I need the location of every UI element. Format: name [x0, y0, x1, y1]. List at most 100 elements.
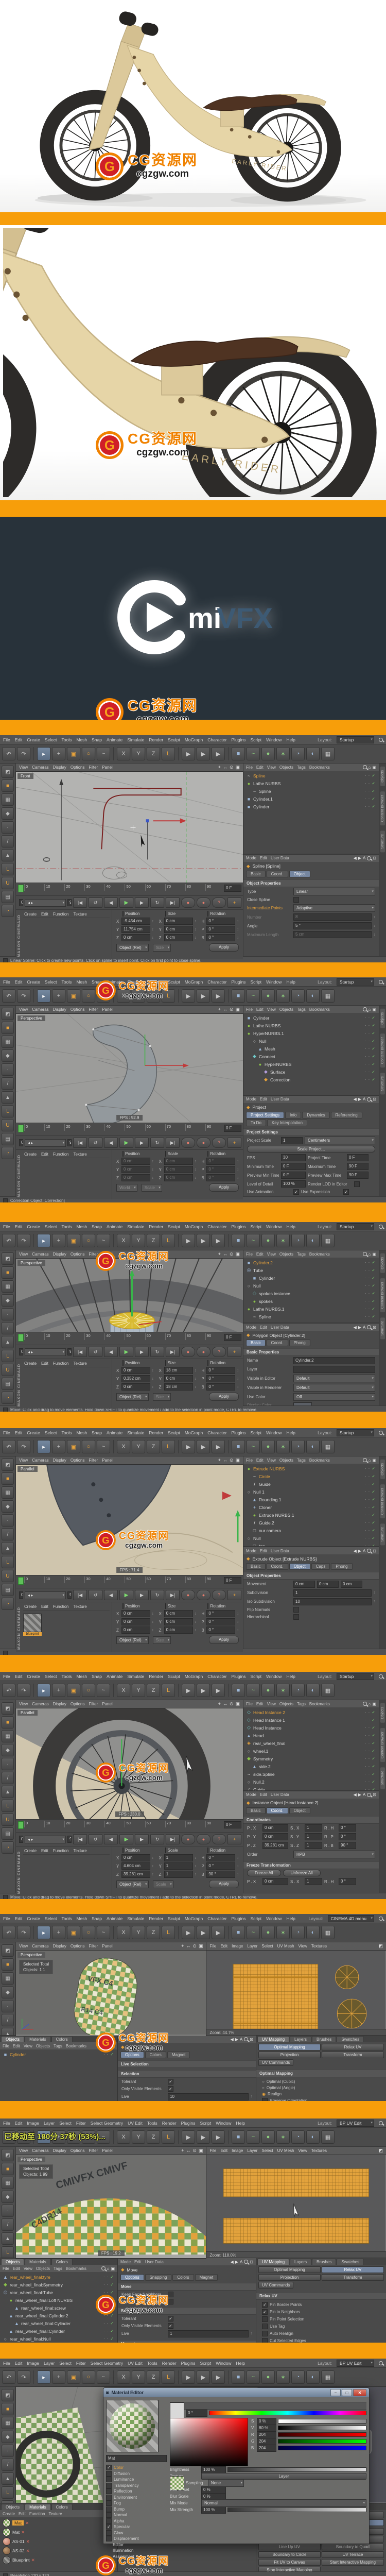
coord-field-size-y[interactable]: 0 cm [164, 1618, 193, 1625]
menu-simulate[interactable]: Simulate [127, 1430, 144, 1435]
attr-field[interactable]: 0 cm [262, 1824, 288, 1832]
stepper-icon[interactable]: ↕ [152, 1168, 154, 1172]
render-view-icon[interactable]: ▶ [182, 747, 195, 760]
live-selection-icon[interactable]: ▸ [37, 747, 50, 760]
menu-character[interactable]: Character [207, 1224, 226, 1229]
goto-start-button[interactable]: |◀ [73, 1834, 87, 1844]
points-mode-icon[interactable]: · [2, 2205, 14, 2217]
menu-image[interactable]: Image [27, 2361, 39, 2366]
om-panel-icon[interactable]: ▣ [372, 1702, 376, 1706]
attr-a-icon[interactable]: A [240, 2037, 242, 2042]
object-row[interactable]: ● Extrude NURBS.1 · · ✓ [243, 1511, 379, 1519]
menu-select[interactable]: Select [45, 1674, 57, 1679]
object-row[interactable]: ~ side.Spline · · ✓ [243, 1770, 379, 1778]
render-dot[interactable]: · [107, 2052, 109, 2057]
next-frame-button[interactable]: ▶ [135, 1138, 149, 1148]
coord-header-checkbox[interactable] [122, 1848, 124, 1853]
points-mode-icon[interactable]: · [2, 2000, 14, 2012]
undo-icon[interactable]: ↶ [2, 1440, 15, 1453]
move-tool-icon[interactable]: + [52, 989, 65, 1003]
attr-field[interactable]: 0 cm [262, 1878, 288, 1886]
object-row[interactable]: ◆ Correction · · ✓ [243, 1076, 379, 1083]
cube-primitive-icon[interactable]: ■ [232, 1926, 245, 1939]
om-menu-edit[interactable]: Edit [256, 1007, 264, 1012]
layers-icon[interactable]: ▤ [2, 1133, 14, 1145]
workplane-mode-icon[interactable]: ◆ [2, 1744, 14, 1756]
play-button[interactable]: ▶ [119, 1834, 133, 1844]
object-row[interactable]: ● Lathe NURBS.1 · · ✓ [243, 1305, 379, 1313]
viewport-menu-view[interactable]: View [19, 1702, 28, 1706]
viewport-menu-filter[interactable]: Filter [89, 1458, 98, 1463]
timeline-marker[interactable] [18, 1577, 24, 1585]
channel-row[interactable]: Environment [106, 2494, 167, 2501]
coord-field-pos-z[interactable]: 0 cm [121, 1626, 151, 1634]
object-state-dots[interactable]: ··✓ [365, 1482, 379, 1486]
viewport-menu-view[interactable]: View [19, 765, 28, 770]
viewport-menu-filter[interactable]: Filter [89, 1007, 98, 1012]
redo-icon[interactable]: ↷ [17, 989, 30, 1003]
redo-icon[interactable]: ↷ [17, 2370, 30, 2384]
slider-bar[interactable] [278, 2439, 366, 2444]
goto-end-button[interactable]: ▶| [166, 1834, 180, 1844]
viewport-layout-icon[interactable]: ▦ [321, 2130, 335, 2144]
uv-mode-optimal-mapping[interactable]: Optimal Mapping [258, 2044, 321, 2050]
layout-dropdown[interactable]: Startup [337, 1223, 374, 1230]
visibility-dot[interactable]: · [365, 1299, 366, 1303]
materials-menu-function[interactable]: Function [53, 1849, 69, 1853]
visibility-dot[interactable]: · [103, 2306, 105, 2310]
attr-tab-keyinterpolation[interactable]: Key Interpolation [267, 1119, 307, 1126]
prev-key-button[interactable]: ↺ [89, 1834, 102, 1844]
menu-character[interactable]: Character [207, 1430, 226, 1435]
sv-picker[interactable] [170, 2418, 248, 2466]
coord-field-pos-x[interactable]: -9.454 cm [121, 918, 151, 925]
om-menu-bookmarks[interactable]: Bookmarks [309, 1007, 330, 1012]
frame-end-field[interactable]: 90 F [67, 899, 72, 906]
om-menu-objects[interactable]: Objects [279, 1702, 293, 1706]
visibility-dot[interactable]: · [365, 789, 366, 793]
side-tab-objects[interactable]: Objects [380, 767, 385, 786]
object-row[interactable]: ◆ Connect · · ✓ [243, 1053, 379, 1060]
materials-menu-texture[interactable]: Texture [74, 1604, 87, 1609]
side-tab-objects[interactable]: Objects [380, 1253, 385, 1273]
points-mode-icon[interactable]: · [2, 1308, 14, 1320]
om-panel-icon[interactable]: ▣ [111, 2266, 115, 2271]
object-state-dots[interactable]: ··✓ [365, 773, 379, 778]
stepper-icon[interactable]: ↕ [237, 1160, 239, 1163]
generators-icon[interactable]: ● [261, 747, 275, 760]
attr-tab-object[interactable]: Object [289, 1563, 310, 1570]
attr-fwd-icon[interactable]: ▶ [358, 1792, 361, 1797]
attr-menu-mode[interactable]: Mode [246, 1097, 256, 1101]
om-menu-tags[interactable]: Tags [54, 2266, 62, 2271]
move-view-icon[interactable]: ↔ [223, 1458, 227, 1463]
pan-view-icon[interactable]: + [218, 1251, 221, 1257]
menu-select[interactable]: Select [45, 737, 57, 742]
viewport-canvas[interactable]: 0 Front [15, 771, 243, 883]
stepper-icon[interactable]: ↕ [195, 1873, 197, 1876]
menu-animate[interactable]: Animate [107, 737, 122, 742]
stepper-icon[interactable]: ↕ [195, 1629, 197, 1632]
uv-tab-layers[interactable]: Layers [290, 2036, 312, 2042]
enabled-check-icon[interactable]: ✓ [372, 1283, 375, 1288]
apply-button[interactable]: Apply [208, 1183, 239, 1192]
object-state-dots[interactable]: ··✓ [365, 1749, 379, 1753]
enabled-check-icon[interactable]: ✓ [372, 1260, 375, 1265]
object-state-dots[interactable]: ··✓ [103, 2298, 117, 2302]
object-row[interactable]: ◎ Tube · · ✓ [243, 1266, 379, 1274]
uv-menu-image[interactable]: Image [232, 1944, 243, 1948]
materials-menu-edit[interactable]: Edit [41, 1604, 48, 1609]
om-menu-bookmarks[interactable]: Bookmarks [309, 1702, 330, 1706]
object-row[interactable]: ● Extrude NURBS · · ✓ [243, 1465, 379, 1472]
coord-mode-dropdown[interactable]: Object (Rel) [116, 1393, 149, 1401]
channel-checkbox[interactable] [106, 2506, 112, 2512]
enabled-check-icon[interactable]: ✓ [372, 1497, 375, 1502]
attr-fwd-icon[interactable]: ▶ [358, 1325, 361, 1330]
stepper-icon[interactable]: ↕ [237, 1865, 239, 1868]
menu-script[interactable]: Script [250, 1674, 261, 1679]
object-row[interactable]: ▲ rear_wheel_final:Cylinder.2 · · ✓ [0, 2312, 117, 2319]
attr-tab-coord[interactable]: Coord. [266, 870, 288, 877]
attr-field[interactable]: 0 ° [339, 1824, 356, 1832]
menu-window[interactable]: Window [266, 1430, 282, 1435]
visibility-dot[interactable]: · [365, 1023, 366, 1028]
layout-dropdown[interactable]: BP UV Edit [337, 2359, 374, 2367]
render-picture-icon[interactable]: ▶ [197, 1684, 210, 1697]
